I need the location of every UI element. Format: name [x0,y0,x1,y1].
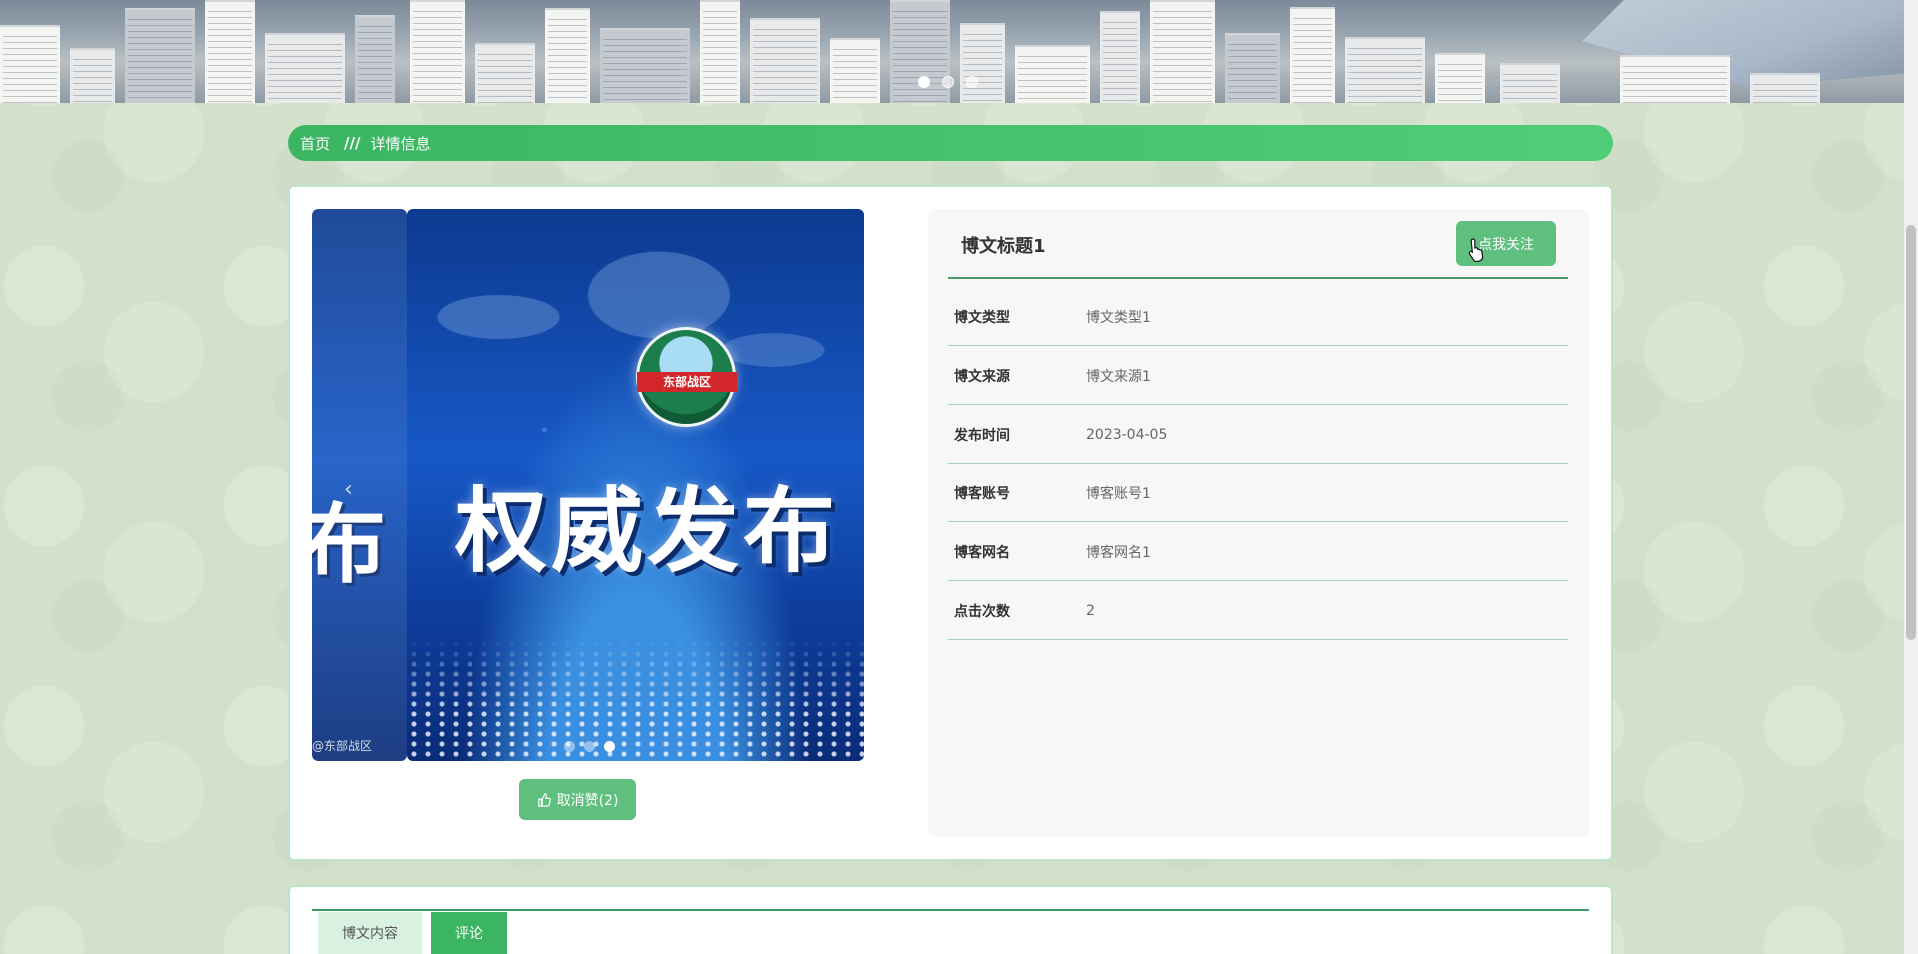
dotted-globe-graphic [407,639,864,761]
detail-label: 博文来源 [954,368,1010,385]
carousel-dot[interactable] [604,741,615,752]
carousel-prev-slide[interactable]: 布 [312,209,407,761]
banner-dot[interactable] [918,76,930,88]
detail-row-publish-time: 发布时间 2023-04-05 [948,406,1568,464]
breadcrumb: 首页 /// 详情信息 [288,125,1613,161]
detail-label: 发布时间 [954,427,1010,444]
unlike-button[interactable]: 取消赞(2) [519,779,636,820]
slide-watermark: @东部战区 [312,739,373,753]
detail-value: 博文类型1 [1086,309,1151,326]
breadcrumb-current: 详情信息 [370,134,431,153]
post-title: 博文标题1 [961,236,1046,257]
detail-row-type: 博文类型 博文类型1 [948,288,1568,346]
world-map-graphic [407,229,864,449]
carousel-active-slide[interactable]: 东部战区 权威发布 [407,209,864,761]
detail-row-source: 博文来源 博文来源1 [948,347,1568,405]
top-banner [0,0,1918,103]
image-carousel[interactable]: 布 东部战区 权威发布 @东部战区 ‹ [312,209,864,761]
unlike-button-label: 取消赞(2) [556,792,619,809]
emblem-text: 东部战区 [637,372,737,392]
detail-value: 2 [1086,602,1095,619]
detail-label: 博客网名 [954,544,1010,561]
tab-post-content[interactable]: 博文内容 [318,912,422,954]
tabs-divider [312,909,1589,911]
detail-label: 博文类型 [954,309,1010,326]
carousel-dot[interactable] [584,741,595,752]
follow-button-label: 点我关注 [1478,236,1534,253]
thumbs-up-icon [537,792,551,807]
detail-row-click-count: 点击次数 2 [948,582,1568,640]
detail-label: 博客账号 [954,485,1010,502]
scrollbar-thumb[interactable] [1906,225,1916,640]
carousel-pagination [564,741,615,752]
breadcrumb-separator: /// [344,134,361,152]
detail-value: 博客账号1 [1086,485,1151,502]
banner-pagination [918,76,978,88]
title-divider [948,277,1568,279]
chevron-left-icon[interactable]: ‹ [344,477,353,502]
detail-row-account: 博客账号 博客账号1 [948,464,1568,522]
breadcrumb-home[interactable]: 首页 [300,133,330,154]
detail-value: 博文来源1 [1086,368,1151,385]
banner-dot[interactable] [966,76,978,88]
detail-row-nickname: 博客网名 博客网名1 [948,523,1568,581]
banner-dot[interactable] [942,76,954,88]
slide-headline: 权威发布 [455,477,840,585]
hand-cursor-icon [1468,238,1484,262]
detail-label: 点击次数 [954,603,1010,620]
emblem-icon: 东部战区 [636,327,737,427]
detail-value: 2023-04-05 [1086,426,1168,443]
detail-value: 博客网名1 [1086,544,1151,561]
tab-comments[interactable]: 评论 [431,912,507,954]
carousel-dot[interactable] [564,741,575,752]
